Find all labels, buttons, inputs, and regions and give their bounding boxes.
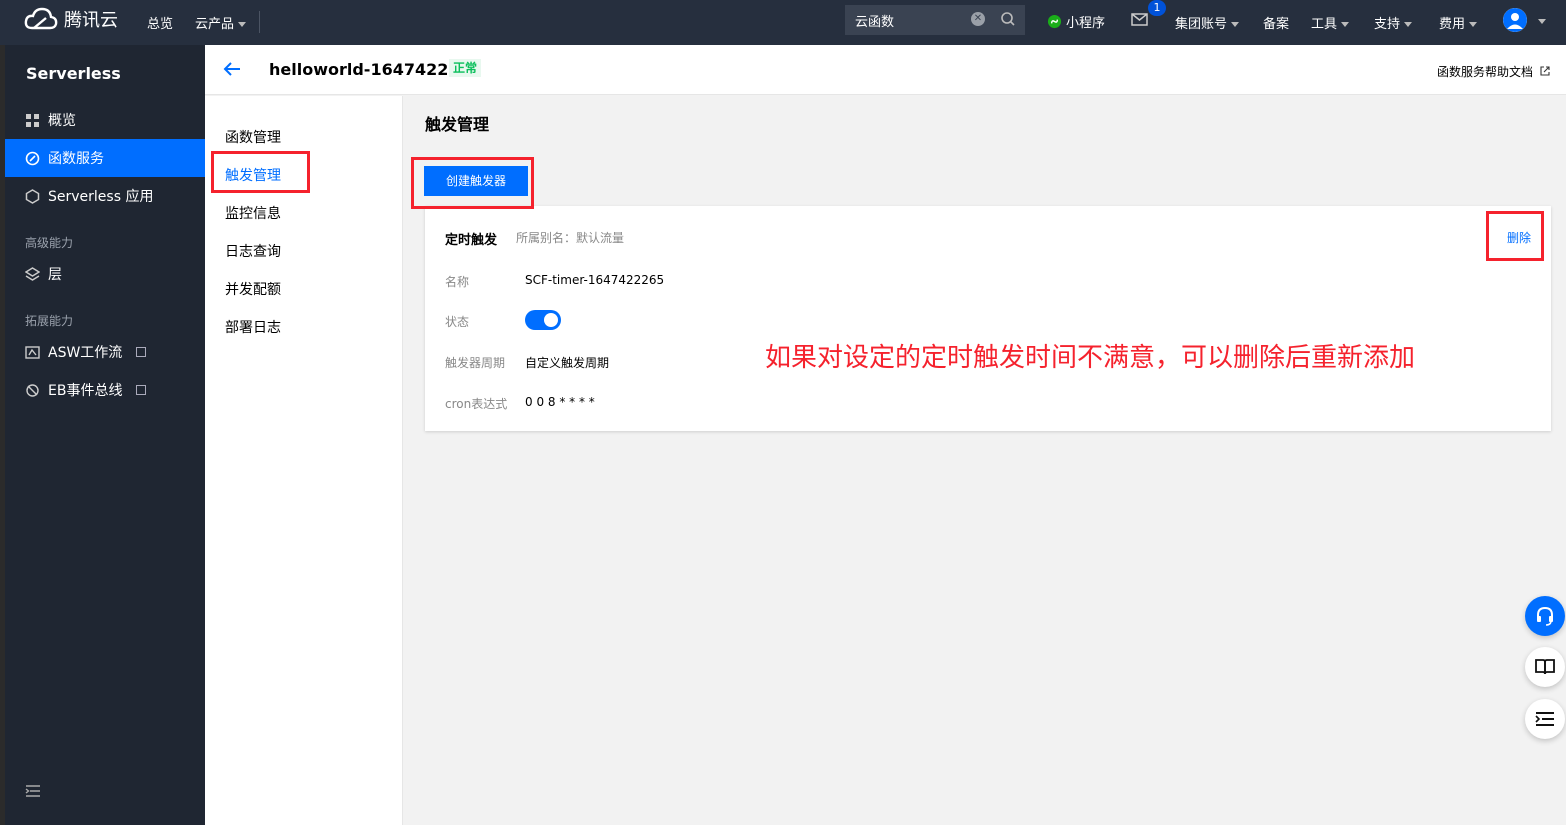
nav-products-label: 云产品 <box>195 17 235 32</box>
customer-service-button[interactable] <box>1525 596 1565 636</box>
trigger-type: 定时触发 <box>445 233 498 248</box>
help-doc-link[interactable]: 函数服务帮助文档 <box>1437 63 1550 80</box>
name-label: 名称 <box>445 275 470 289</box>
chevron-down-icon[interactable] <box>1538 19 1546 24</box>
function-subnav: 函数管理 触发管理 监控信息 日志查询 并发配额 部署日志 <box>205 96 403 825</box>
docs-button[interactable] <box>1525 647 1565 687</box>
mini-program-label: 小程序 <box>1066 16 1106 31</box>
nav-support[interactable]: 支持 <box>1374 13 1413 32</box>
nav-group-account[interactable]: 集团账号 <box>1175 13 1240 32</box>
tools-label: 工具 <box>1311 17 1338 32</box>
divider <box>259 11 260 33</box>
chevron-down-icon <box>1404 22 1413 27</box>
chevron-down-icon <box>1469 22 1478 27</box>
sidebar-item-asw[interactable]: ASW工作流 <box>5 333 205 371</box>
headset-icon <box>1537 606 1553 626</box>
help-doc-label: 函数服务帮助文档 <box>1437 65 1534 79</box>
tencent-cloud-logo[interactable]: 腾讯云 <box>24 6 118 32</box>
support-label: 支持 <box>1374 17 1401 32</box>
annotation-text: 如果对设定的定时触发时间不满意，可以删除后重新添加 <box>765 343 1416 373</box>
billing-label: 费用 <box>1439 17 1466 32</box>
cloud-logo-icon <box>24 7 58 30</box>
sidebar-title: Serverless <box>26 64 121 83</box>
event-bus-icon <box>26 383 39 397</box>
chevron-down-icon <box>238 22 247 27</box>
app-icon <box>25 188 40 204</box>
back-arrow-icon[interactable] <box>223 61 241 77</box>
search-icon[interactable] <box>1000 11 1016 27</box>
collapse-sidebar-icon[interactable] <box>25 784 41 798</box>
mail-badge: 1 <box>1148 0 1166 16</box>
mini-program-icon <box>1047 14 1062 29</box>
book-icon <box>1535 659 1555 675</box>
sidebar: Serverless 概览 函数服务 Serverless 应用 高级能力 层 … <box>5 45 205 825</box>
cron-label: cron表达式 <box>445 397 508 411</box>
external-link-icon <box>136 347 147 357</box>
workflow-icon <box>25 345 40 359</box>
sidebar-item-label: 概览 <box>48 113 76 129</box>
function-icon <box>25 151 40 165</box>
clear-icon[interactable]: ✕ <box>971 12 985 26</box>
nav-tools[interactable]: 工具 <box>1311 13 1350 32</box>
status-label: 状态 <box>445 315 470 329</box>
user-icon <box>1503 8 1527 32</box>
status-toggle[interactable] <box>525 310 561 330</box>
brand-name: 腾讯云 <box>64 10 118 31</box>
period-value: 自定义触发周期 <box>525 356 610 370</box>
trigger-card: 定时触发 所属别名：默认流量 删除 名称 SCF-timer-164742226… <box>425 206 1551 431</box>
sidebar-item-function-service[interactable]: 函数服务 <box>5 139 205 177</box>
sidebar-item-layer[interactable]: 层 <box>5 255 205 293</box>
cron-value: 0 0 8 * * * * <box>525 395 595 409</box>
sidebar-group-extend: 拓展能力 <box>25 314 74 328</box>
highlight-box <box>1486 211 1544 261</box>
sidebar-item-overview[interactable]: 概览 <box>5 101 205 139</box>
menu-button[interactable] <box>1525 699 1565 739</box>
highlight-box <box>411 157 534 209</box>
external-link-icon <box>136 385 147 395</box>
top-navigation-bar: 腾讯云 总览 云产品 云函数 ✕ 小程序 1 集团账号 备案 工具 支持 费用 <box>0 0 1566 45</box>
sidebar-item-label: Serverless 应用 <box>48 189 154 205</box>
search-box[interactable]: 云函数 ✕ <box>845 5 1025 35</box>
page-title: 触发管理 <box>425 115 490 134</box>
subnav-deploy-log[interactable]: 部署日志 <box>225 317 281 337</box>
period-label: 触发器周期 <box>445 356 506 370</box>
search-input[interactable]: 云函数 <box>855 11 965 30</box>
status-badge: 正常 <box>449 59 482 77</box>
layers-icon <box>25 266 40 281</box>
sidebar-item-eb[interactable]: EB事件总线 <box>5 371 205 409</box>
mail-icon[interactable] <box>1131 13 1148 26</box>
nav-billing[interactable]: 费用 <box>1439 13 1478 32</box>
subnav-concurrency-quota[interactable]: 并发配额 <box>225 279 281 299</box>
sidebar-item-label: 层 <box>48 267 62 283</box>
highlight-box <box>211 151 310 193</box>
sidebar-item-label: EB事件总线 <box>48 383 123 399</box>
subnav-log-query[interactable]: 日志查询 <box>225 241 281 261</box>
subnav-monitoring[interactable]: 监控信息 <box>225 203 281 223</box>
sidebar-item-serverless-app[interactable]: Serverless 应用 <box>5 177 205 215</box>
chevron-down-icon <box>1341 22 1350 27</box>
nav-mini-program[interactable]: 小程序 <box>1047 12 1105 31</box>
sidebar-group-advanced: 高级能力 <box>25 236 74 250</box>
nav-filing[interactable]: 备案 <box>1263 13 1289 32</box>
sidebar-item-label: 函数服务 <box>48 151 104 167</box>
grid-icon <box>26 113 39 127</box>
nav-products[interactable]: 云产品 <box>195 13 247 32</box>
sidebar-item-label: ASW工作流 <box>48 345 123 361</box>
nav-overview[interactable]: 总览 <box>147 13 173 32</box>
chevron-down-icon <box>1231 22 1240 27</box>
subnav-function-management[interactable]: 函数管理 <box>225 127 281 147</box>
external-link-icon <box>1540 66 1550 76</box>
name-value: SCF-timer-1647422265 <box>525 273 665 287</box>
avatar[interactable] <box>1503 8 1527 32</box>
list-icon <box>1535 712 1554 726</box>
group-account-label: 集团账号 <box>1175 17 1228 32</box>
page-header: helloworld-1647422265 正常 函数服务帮助文档 <box>205 45 1566 95</box>
trigger-alias: 所属别名：默认流量 <box>516 231 625 245</box>
